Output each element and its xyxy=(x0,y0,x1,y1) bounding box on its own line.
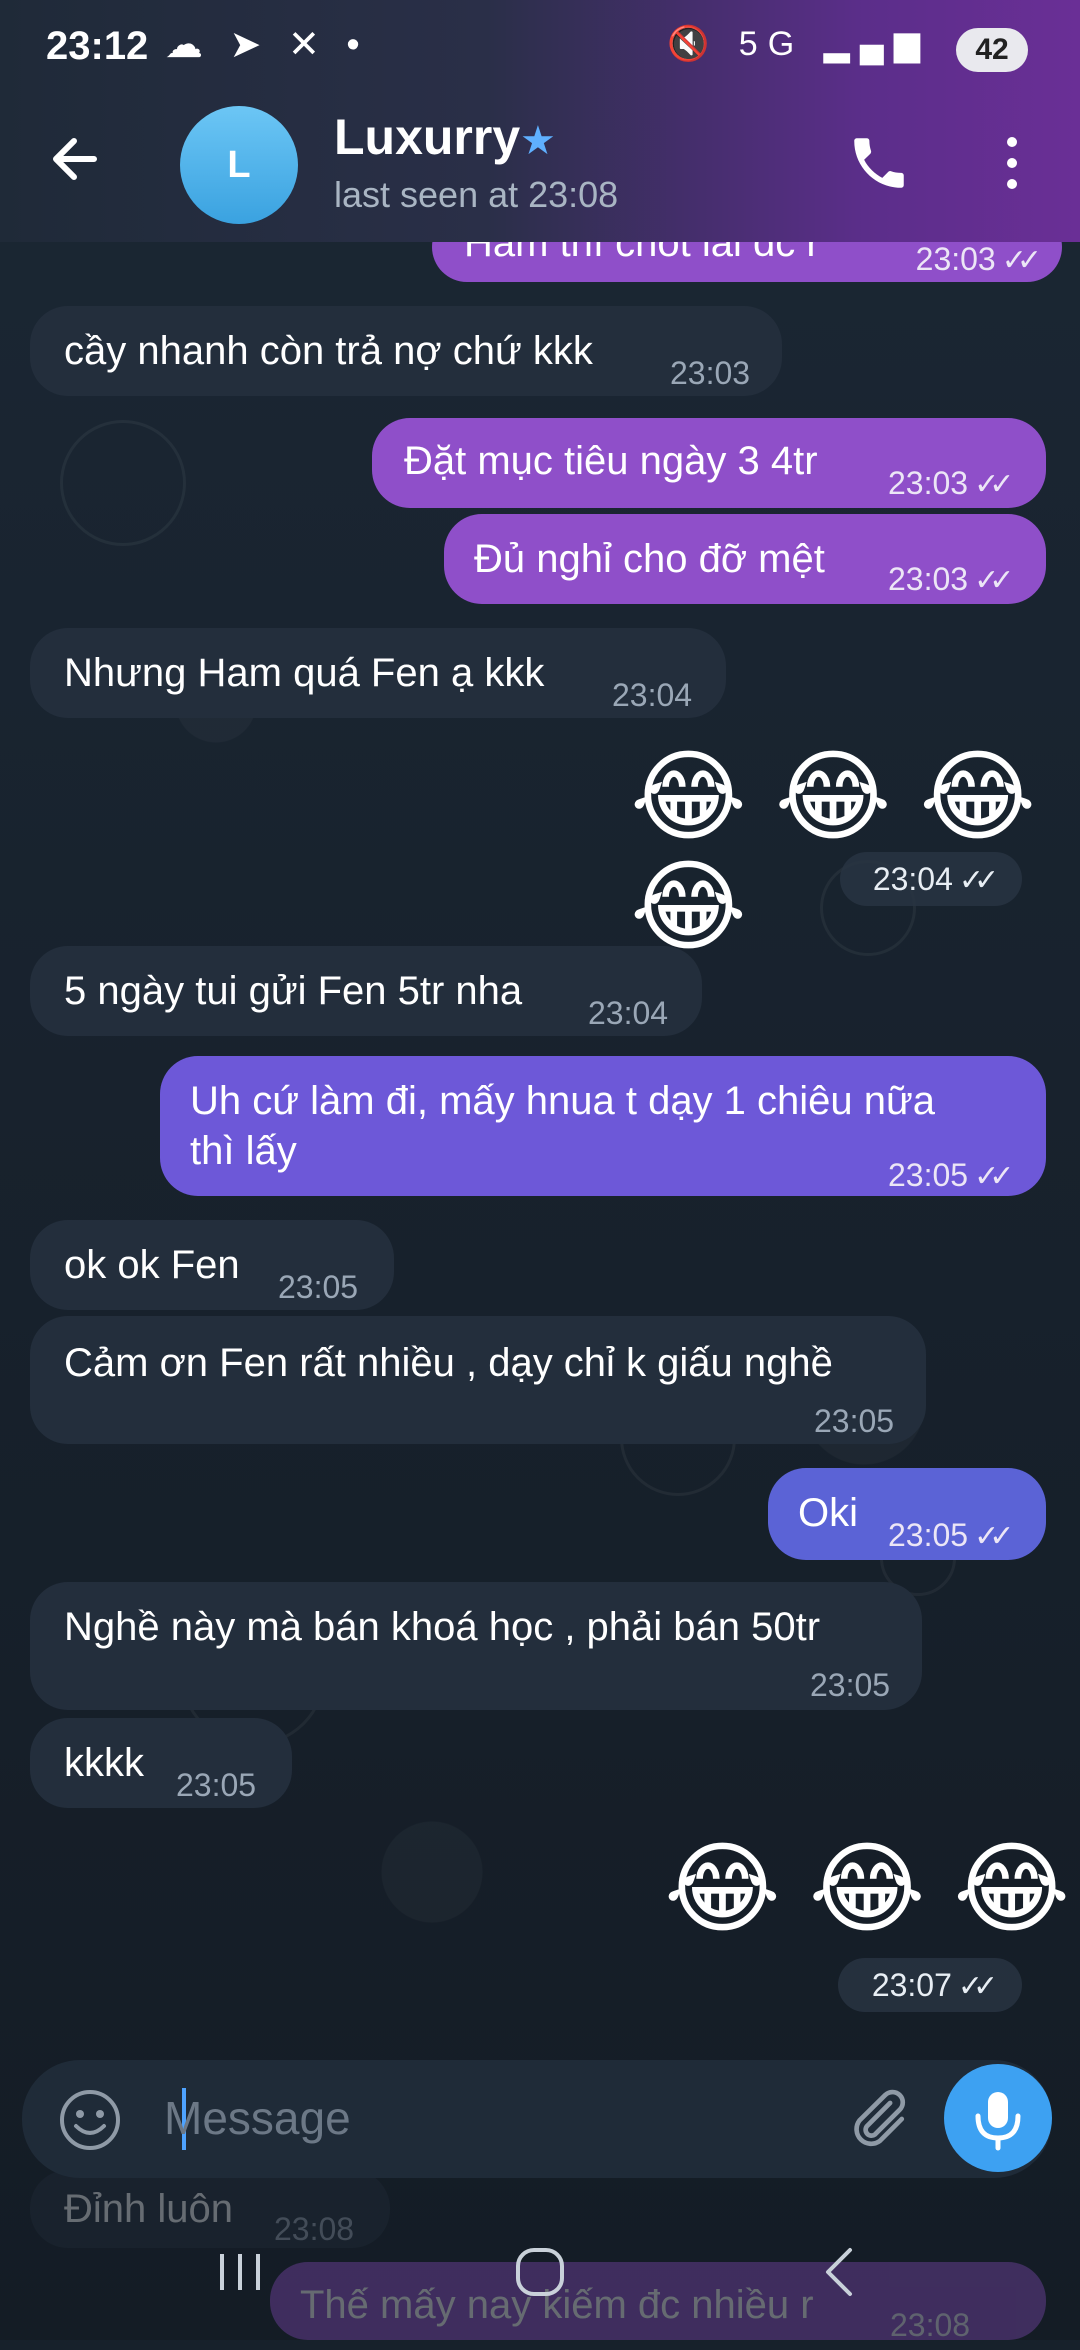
call-button[interactable] xyxy=(846,130,912,196)
message-time: 23:03 ✓✓ xyxy=(888,465,1014,501)
back-button[interactable] xyxy=(44,124,114,194)
system-status-icons: 🔇 5G ▂▄▆ xyxy=(667,25,930,63)
emoji-message[interactable]: 😂 😂 😂 😂 xyxy=(630,742,1080,962)
message-time: 23:04 ✓✓ xyxy=(840,852,1022,906)
arrow-left-icon xyxy=(53,138,97,180)
read-ticks-icon: ✓✓ xyxy=(974,564,1014,597)
recent-apps-button[interactable] xyxy=(200,2240,280,2304)
message-outgoing[interactable]: Uh cứ làm đi, mấy hnua t dạy 1 chiêu nữa… xyxy=(160,1056,1046,1196)
message-incoming[interactable]: Nghề này mà bán khoá học , phải bán 50tr… xyxy=(30,1582,922,1710)
message-incoming[interactable]: Cảm ơn Fen rất nhiều , dạy chỉ k giấu ng… xyxy=(30,1316,926,1444)
back-nav-button[interactable] xyxy=(800,2240,880,2304)
home-icon xyxy=(516,2248,564,2296)
message-text-line: Uh cứ làm đi, mấy hnua t dạy 1 chiêu nữa xyxy=(190,1079,936,1123)
message-incoming[interactable]: ok ok Fen 23:05 xyxy=(30,1220,394,1310)
read-ticks-icon: ✓✓ xyxy=(974,1520,1014,1553)
message-time: 23:03 xyxy=(670,355,751,391)
paperclip-icon xyxy=(854,2089,906,2147)
read-ticks-icon: ✓✓ xyxy=(974,1160,1014,1193)
message-outgoing[interactable]: Oki 23:05 ✓✓ xyxy=(768,1468,1046,1560)
message-text: Nhưng Ham quá Fen ạ kkk xyxy=(64,651,545,695)
message-incoming[interactable]: cầy nhanh còn trả nợ chứ kkk 23:03 xyxy=(30,306,782,396)
message-time: 23:07 ✓✓ xyxy=(838,1958,1022,2012)
notification-icons: ☁ ➤ ✕ • xyxy=(165,24,368,66)
background-doodle xyxy=(60,420,186,546)
more-vertical-icon xyxy=(1007,137,1017,189)
emoji-message[interactable]: 😂 😂 😂 xyxy=(664,1834,1070,1944)
message-text: 5 ngày tui gửi Fen 5tr nha xyxy=(64,969,523,1013)
last-seen-status: last seen at 23:08 xyxy=(334,174,619,215)
message-text-line: thì lấy xyxy=(190,1129,297,1173)
voice-record-button[interactable] xyxy=(944,2064,1052,2172)
message-time: 23:05 xyxy=(810,1667,891,1703)
chat-title[interactable]: Luxurry xyxy=(334,108,520,166)
message-outgoing[interactable]: Đặt mục tiêu ngày 3 4tr 23:03 ✓✓ xyxy=(372,418,1046,508)
read-ticks-icon: ✓✓ xyxy=(974,468,1014,501)
message-time: 23:05 xyxy=(278,1269,359,1305)
message-incoming[interactable]: 5 ngày tui gửi Fen 5tr nha 23:04 xyxy=(30,946,702,1036)
status-time: 23:12 xyxy=(46,24,149,68)
message-incoming[interactable]: kkkk 23:05 xyxy=(30,1718,292,1808)
message-time: 23:05 xyxy=(176,1767,257,1803)
message-time: 23:05 ✓✓ xyxy=(888,1157,1014,1193)
read-ticks-icon: ✓✓ xyxy=(957,1970,998,2003)
status-bar: 23:12 ☁ ➤ ✕ • 🔇 5G ▂▄▆ 42 xyxy=(0,0,1080,100)
more-options-button[interactable] xyxy=(990,130,1034,196)
message-time: 23:05 xyxy=(814,1403,895,1439)
top-bar: 23:12 ☁ ➤ ✕ • 🔇 5G ▂▄▆ 42 L Luxurry ★ la… xyxy=(0,0,1080,242)
home-button[interactable] xyxy=(500,2240,580,2304)
message-text: ok ok Fen xyxy=(64,1243,240,1287)
message-text: Cảm ơn Fen rất nhiều , dạy chỉ k giấu ng… xyxy=(64,1341,833,1385)
message-incoming[interactable]: Nhưng Ham quá Fen ạ kkk 23:04 xyxy=(30,628,726,718)
chevron-left-icon xyxy=(826,2248,852,2296)
message-input[interactable] xyxy=(162,2082,806,2154)
read-ticks-icon: ✓✓ xyxy=(1001,244,1042,277)
message-time: 23:03 ✓✓ xyxy=(888,561,1014,597)
message-text: Đủ nghỉ cho đỡ mệt xyxy=(474,537,825,581)
message-time: 23:04 xyxy=(612,677,693,713)
microphone-icon xyxy=(975,2092,1021,2151)
recent-apps-icon xyxy=(220,2254,260,2290)
phone-icon xyxy=(854,138,904,188)
system-navigation-bar xyxy=(0,2200,1080,2340)
message-text: kkkk xyxy=(64,1741,144,1785)
smile-icon xyxy=(60,2090,120,2150)
attach-button[interactable] xyxy=(842,2084,912,2154)
read-ticks-icon: ✓✓ xyxy=(958,864,999,897)
message-composer xyxy=(22,2060,1052,2178)
message-text: Oki xyxy=(798,1491,858,1535)
emoji-button[interactable] xyxy=(58,2088,122,2152)
message-text: Đặt mục tiêu ngày 3 4tr xyxy=(404,439,818,483)
message-text: cầy nhanh còn trả nợ chứ kkk xyxy=(64,329,593,373)
chat-header: L Luxurry ★ last seen at 23:08 xyxy=(0,100,1080,242)
battery-icon: 42 xyxy=(956,28,1028,72)
message-time: 23:05 ✓✓ xyxy=(888,1517,1014,1553)
message-time: 23:04 xyxy=(588,995,669,1031)
premium-star-icon: ★ xyxy=(520,119,556,163)
message-outgoing[interactable]: Đủ nghỉ cho đỡ mệt 23:03 ✓✓ xyxy=(444,514,1046,604)
avatar[interactable]: L xyxy=(180,106,298,224)
message-text: Nghề này mà bán khoá học , phải bán 50tr xyxy=(64,1605,821,1649)
